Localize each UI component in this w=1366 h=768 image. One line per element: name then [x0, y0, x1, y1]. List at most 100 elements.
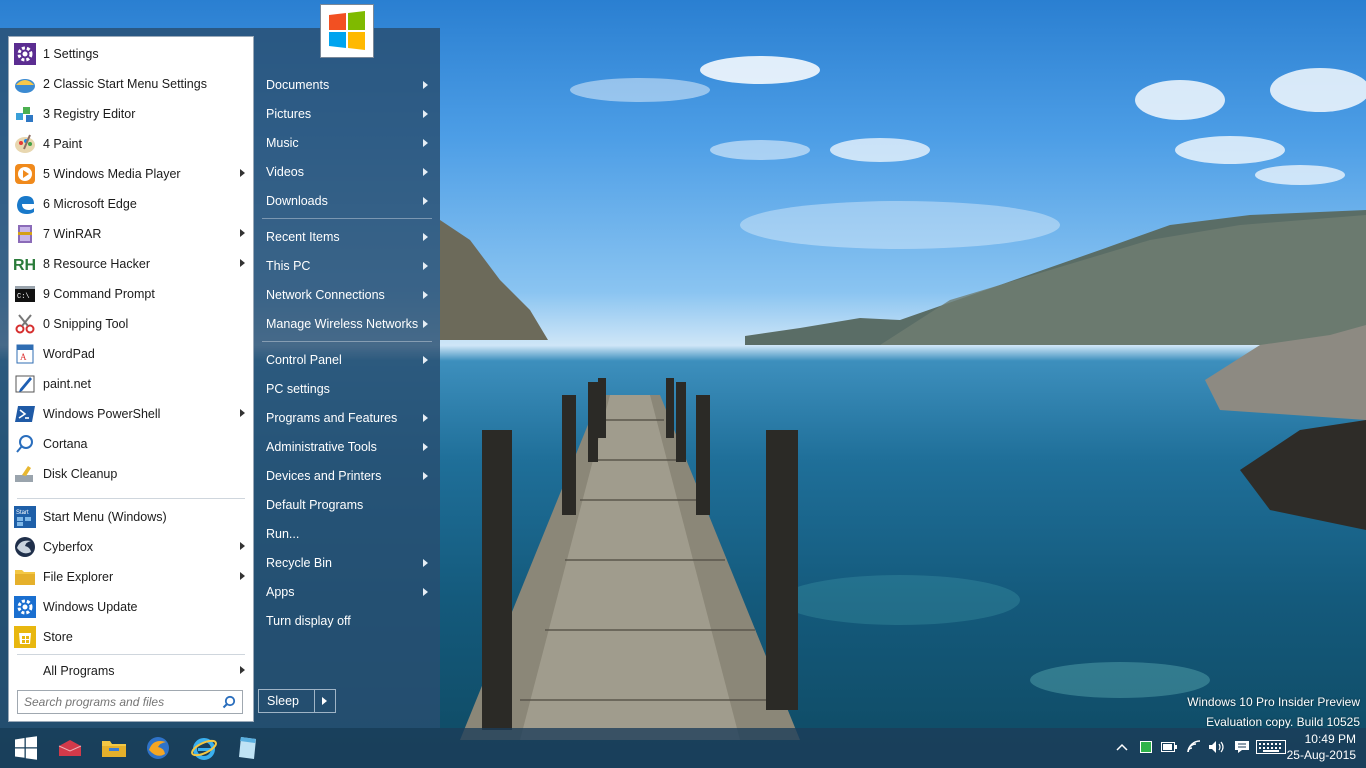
- program-item-paint-net[interactable]: paint.net: [13, 370, 251, 398]
- place-item-programs-and-features[interactable]: Programs and Features: [262, 405, 434, 431]
- start-menu-programs-panel: 1 Settings 2 Classic Start Menu Settings 3…: [8, 36, 254, 722]
- place-item-downloads[interactable]: Downloads: [262, 188, 434, 214]
- gear-icon: [13, 42, 37, 66]
- notification-icon[interactable]: [1233, 738, 1251, 756]
- place-item-label: Documents: [266, 78, 330, 92]
- windows-start-icon[interactable]: [8, 732, 44, 764]
- update-gear-icon: [13, 595, 37, 619]
- volume-icon[interactable]: [1208, 738, 1226, 756]
- submenu-arrow-icon: [240, 169, 245, 177]
- green-square-icon[interactable]: [1137, 738, 1155, 756]
- places-separator: [262, 341, 432, 342]
- place-item-music[interactable]: Music: [262, 130, 434, 156]
- program-item-6-microsoft-edge[interactable]: 6 Microsoft Edge: [13, 190, 251, 218]
- program-item-label: 9 Command Prompt: [43, 287, 155, 301]
- shell-icon: [13, 72, 37, 96]
- place-item-label: Pictures: [266, 107, 312, 121]
- place-item-label: Apps: [266, 585, 295, 599]
- submenu-arrow-icon: [240, 409, 245, 417]
- clock-time: 10:49 PM: [1304, 732, 1356, 746]
- file-explorer-icon[interactable]: [96, 732, 132, 764]
- svg-text:C:\: C:\: [17, 293, 30, 301]
- submenu-arrow-icon: [423, 320, 428, 328]
- place-item-documents[interactable]: Documents: [262, 72, 434, 98]
- program-item-8-resource-hacker[interactable]: RH 8 Resource Hacker: [13, 250, 251, 278]
- place-item-control-panel[interactable]: Control Panel: [262, 347, 434, 373]
- notepad-icon[interactable]: [230, 732, 266, 764]
- submenu-arrow-icon: [423, 262, 428, 270]
- shutdown-options-arrow-icon[interactable]: [322, 697, 327, 705]
- program-item-wordpad[interactable]: A WordPad: [13, 340, 251, 368]
- place-item-videos[interactable]: Videos: [262, 159, 434, 185]
- program-item-9-command-prompt[interactable]: C:\ 9 Command Prompt: [13, 280, 251, 308]
- program-item-file-explorer[interactable]: File Explorer: [13, 563, 251, 591]
- search-box[interactable]: [17, 690, 243, 714]
- program-item-1-settings[interactable]: 1 Settings: [13, 40, 251, 68]
- program-item-7-winrar[interactable]: 7 WinRAR: [13, 220, 251, 248]
- place-item-label: Programs and Features: [266, 411, 398, 425]
- program-item-5-windows-media-player[interactable]: 5 Windows Media Player: [13, 160, 251, 188]
- place-item-pc-settings[interactable]: PC settings: [262, 376, 434, 402]
- submenu-arrow-icon: [423, 356, 428, 364]
- place-item-label: Devices and Printers: [266, 469, 382, 483]
- place-item-manage-wireless-networks[interactable]: Manage Wireless Networks: [262, 311, 434, 337]
- program-item-windows-powershell[interactable]: Windows PowerShell: [13, 400, 251, 428]
- media-player-icon: [13, 162, 37, 186]
- place-item-this-pc[interactable]: This PC: [262, 253, 434, 279]
- place-item-label: Turn display off: [266, 614, 351, 628]
- submenu-arrow-icon: [240, 542, 245, 550]
- program-item-start-menu-windows[interactable]: Start Start Menu (Windows): [13, 503, 251, 531]
- submenu-arrow-icon: [423, 110, 428, 118]
- program-item-store[interactable]: Store: [13, 623, 251, 651]
- winrar-icon: [13, 222, 37, 246]
- program-item-cyberfox[interactable]: Cyberfox: [13, 533, 251, 561]
- taskbar-clock[interactable]: 10:49 PM 25-Aug-2015: [1287, 731, 1356, 763]
- all-programs-label: All Programs: [43, 664, 115, 678]
- wifi-icon[interactable]: [1185, 738, 1203, 756]
- program-item-label: 7 WinRAR: [43, 227, 102, 241]
- program-item-label: 4 Paint: [43, 137, 82, 151]
- place-item-administrative-tools[interactable]: Administrative Tools: [262, 434, 434, 460]
- edge-icon: [13, 192, 37, 216]
- place-item-label: Recent Items: [266, 230, 340, 244]
- program-item-3-registry-editor[interactable]: 3 Registry Editor: [13, 100, 251, 128]
- place-item-devices-and-printers[interactable]: Devices and Printers: [262, 463, 434, 489]
- cyberfox-icon[interactable]: [140, 732, 176, 764]
- submenu-arrow-icon: [423, 414, 428, 422]
- submenu-arrow-icon: [240, 666, 245, 674]
- program-item-label: 5 Windows Media Player: [43, 167, 181, 181]
- place-item-label: Run...: [266, 527, 300, 541]
- program-item-label: Windows PowerShell: [43, 407, 161, 421]
- program-item-4-paint[interactable]: 4 Paint: [13, 130, 251, 158]
- place-item-apps[interactable]: Apps: [262, 579, 434, 605]
- place-item-turn-display-off[interactable]: Turn display off: [262, 608, 434, 634]
- toolbox-icon[interactable]: [52, 732, 88, 764]
- program-item-windows-update[interactable]: Windows Update: [13, 593, 251, 621]
- program-item-2-classic-start-menu-settings[interactable]: 2 Classic Start Menu Settings: [13, 70, 251, 98]
- sleep-button[interactable]: Sleep: [258, 689, 336, 713]
- search-icon[interactable]: [222, 695, 236, 712]
- place-item-recycle-bin[interactable]: Recycle Bin: [262, 550, 434, 576]
- program-item-disk-cleanup[interactable]: Disk Cleanup: [13, 460, 251, 488]
- keyboard-icon[interactable]: [1256, 738, 1286, 756]
- place-item-run[interactable]: Run...: [262, 521, 434, 547]
- internet-explorer-icon[interactable]: [186, 732, 222, 764]
- program-item-label: 1 Settings: [43, 47, 99, 61]
- start-menu-icon: Start: [13, 505, 37, 529]
- place-item-recent-items[interactable]: Recent Items: [262, 224, 434, 250]
- paintnet-icon: [13, 372, 37, 396]
- all-programs-button[interactable]: All Programs: [13, 657, 251, 685]
- store-icon: [13, 625, 37, 649]
- submenu-arrow-icon: [423, 472, 428, 480]
- taskbar: 10:49 PM 25-Aug-2015: [0, 728, 1366, 768]
- place-item-pictures[interactable]: Pictures: [262, 101, 434, 127]
- battery-icon[interactable]: [1160, 738, 1178, 756]
- place-item-default-programs[interactable]: Default Programs: [262, 492, 434, 518]
- start-menu: 1 Settings 2 Classic Start Menu Settings 3…: [0, 28, 440, 728]
- place-item-network-connections[interactable]: Network Connections: [262, 282, 434, 308]
- search-input[interactable]: [24, 695, 214, 709]
- svg-text:Start: Start: [16, 510, 29, 516]
- chevron-up-icon[interactable]: [1113, 738, 1131, 756]
- program-item-cortana[interactable]: Cortana: [13, 430, 251, 458]
- program-item-0-snipping-tool[interactable]: 0 Snipping Tool: [13, 310, 251, 338]
